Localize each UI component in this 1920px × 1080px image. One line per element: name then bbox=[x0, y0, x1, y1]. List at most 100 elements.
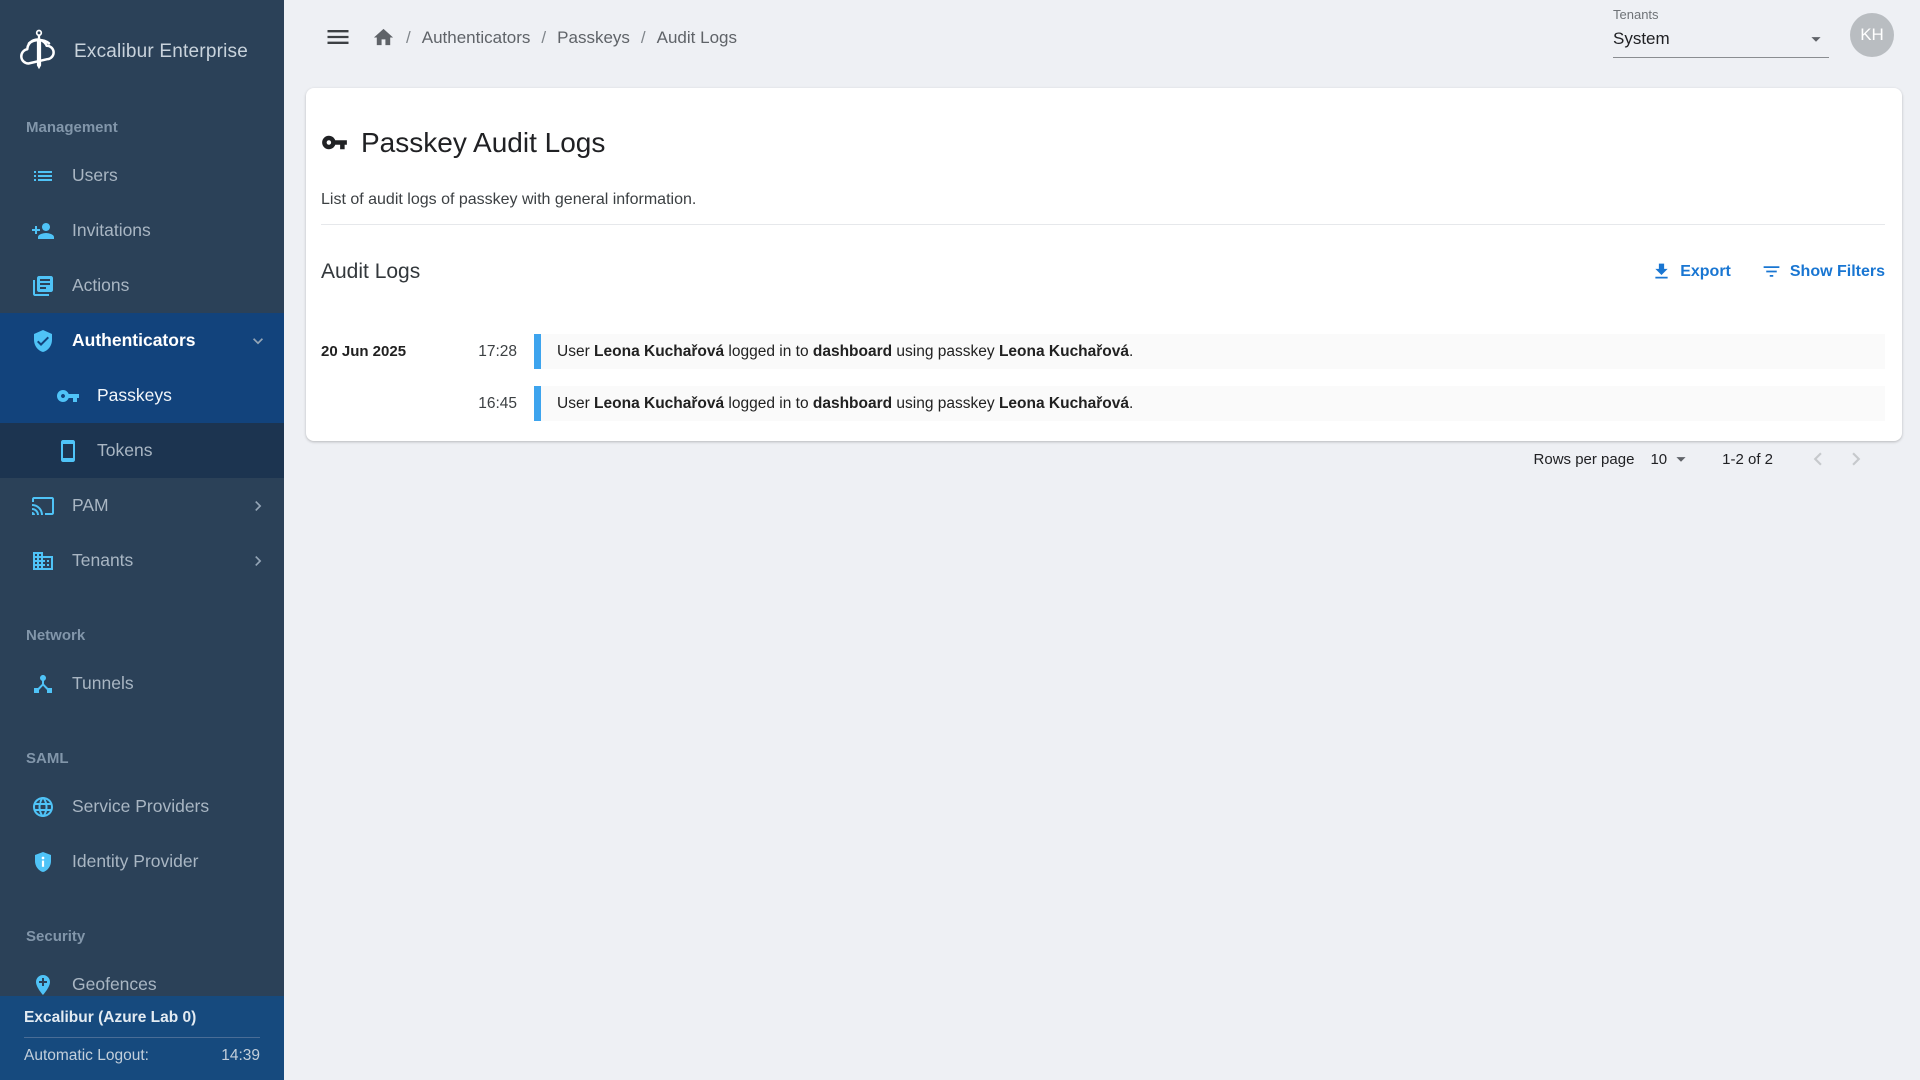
audit-logs-heading: Audit Logs bbox=[321, 260, 420, 284]
sidebar-item-tokens[interactable]: Tokens bbox=[0, 423, 284, 478]
rows-per-page-select[interactable]: 10 bbox=[1650, 448, 1692, 470]
passkey-audit-logs-card: Passkey Audit Logs List of audit logs of… bbox=[306, 88, 1902, 441]
menu-toggle-button[interactable] bbox=[324, 23, 352, 51]
chevron-right-icon bbox=[248, 496, 268, 516]
sidebar-item-label: Authenticators bbox=[72, 330, 195, 351]
globe-icon bbox=[31, 795, 55, 819]
tenant-select-control[interactable]: System bbox=[1613, 22, 1829, 58]
chevron-right-icon bbox=[1843, 446, 1869, 472]
article-icon bbox=[31, 274, 55, 298]
log-message: User Leona Kuchařová logged in to dashbo… bbox=[534, 334, 1885, 369]
sidebar-item-tenants[interactable]: Tenants bbox=[0, 533, 284, 588]
sidebar-item-passkeys[interactable]: Passkeys bbox=[0, 368, 284, 423]
show-filters-button-label: Show Filters bbox=[1790, 263, 1885, 281]
download-icon bbox=[1651, 261, 1672, 282]
pagination: Rows per page 10 1-2 of 2 bbox=[321, 440, 1875, 478]
cloud-sword-logo bbox=[16, 27, 62, 77]
rows-per-page-label: Rows per page bbox=[1534, 451, 1635, 468]
breadcrumb-separator: / bbox=[641, 28, 646, 48]
sidebar: Excalibur Enterprise Management Users Invi… bbox=[0, 0, 284, 1080]
sidebar-item-label: Passkeys bbox=[97, 385, 172, 406]
breadcrumb: / Authenticators / Passkeys / Audit Logs bbox=[372, 26, 737, 49]
key-icon bbox=[321, 129, 348, 156]
log-date bbox=[321, 386, 451, 421]
card-divider bbox=[321, 224, 1885, 225]
sidebar-item-actions[interactable]: Actions bbox=[0, 258, 284, 313]
toolbar-actions: Export Show Filters bbox=[1651, 261, 1885, 282]
main-area: / Authenticators / Passkeys / Audit Logs… bbox=[284, 0, 1920, 1080]
sidebar-nav: Management Users Invitations Actions Authent… bbox=[0, 114, 284, 1012]
log-message: User Leona Kuchařová logged in to dashbo… bbox=[534, 386, 1885, 421]
sidebar-item-label: Tunnels bbox=[72, 673, 134, 694]
sidebar-item-label: Geofences bbox=[72, 974, 157, 995]
sidebar-item-pam[interactable]: PAM bbox=[0, 478, 284, 533]
auto-logout-label: Automatic Logout: bbox=[24, 1047, 149, 1065]
sidebar-footer: Excalibur (Azure Lab 0) Automatic Logout… bbox=[0, 996, 284, 1080]
sidebar-item-users[interactable]: Users bbox=[0, 148, 284, 203]
person-add-icon bbox=[31, 219, 55, 243]
export-button[interactable]: Export bbox=[1651, 261, 1731, 282]
card-title-row: Passkey Audit Logs bbox=[321, 88, 1885, 178]
shield-check-icon bbox=[31, 329, 55, 353]
chevron-down-icon bbox=[248, 331, 268, 351]
sidebar-section-security: Security bbox=[0, 923, 284, 949]
sidebar-item-identity-provider[interactable]: Identity Provider bbox=[0, 834, 284, 889]
log-time: 17:28 bbox=[451, 334, 517, 369]
page-subtitle: List of audit logs of passkey with gener… bbox=[321, 191, 1885, 209]
breadcrumb-passkeys[interactable]: Passkeys bbox=[557, 28, 630, 48]
audit-log-row: 16:45 User Leona Kuchařová logged in to d… bbox=[321, 386, 1885, 421]
avatar-initials: KH bbox=[1860, 25, 1884, 45]
tenant-select-value: System bbox=[1613, 29, 1670, 49]
export-button-label: Export bbox=[1680, 263, 1731, 281]
auto-logout-time: 14:39 bbox=[221, 1047, 260, 1065]
smartphone-icon bbox=[56, 439, 80, 463]
page-title: Passkey Audit Logs bbox=[361, 127, 605, 159]
breadcrumb-separator: / bbox=[406, 28, 411, 48]
sidebar-item-label: Service Providers bbox=[72, 796, 209, 817]
show-filters-button[interactable]: Show Filters bbox=[1761, 261, 1885, 282]
auto-logout-row: Automatic Logout: 14:39 bbox=[24, 1047, 260, 1065]
filter-icon bbox=[1761, 261, 1782, 282]
sidebar-section-management: Management bbox=[0, 114, 284, 140]
sidebar-item-label: Identity Provider bbox=[72, 851, 198, 872]
sidebar-item-service-providers[interactable]: Service Providers bbox=[0, 779, 284, 834]
sidebar-section-saml: SAML bbox=[0, 745, 284, 771]
log-time: 16:45 bbox=[451, 386, 517, 421]
tenant-select: Tenants System bbox=[1613, 7, 1829, 58]
sidebar-item-label: Tenants bbox=[72, 550, 133, 571]
avatar[interactable]: KH bbox=[1850, 13, 1894, 57]
audit-log-list: 20 Jun 202517:28 User Leona Kuchařová log… bbox=[321, 334, 1885, 421]
app-logo-row: Excalibur Enterprise bbox=[0, 0, 284, 80]
breadcrumb-authenticators[interactable]: Authenticators bbox=[422, 28, 531, 48]
audit-log-row: 20 Jun 202517:28 User Leona Kuchařová log… bbox=[321, 334, 1885, 369]
sidebar-item-label: Actions bbox=[72, 275, 129, 296]
sidebar-item-label: Tokens bbox=[97, 440, 152, 461]
sidebar-item-label: Users bbox=[72, 165, 118, 186]
hamburger-icon bbox=[324, 23, 352, 51]
audit-logs-toolbar: Audit Logs Export Show Filters bbox=[321, 243, 1885, 302]
cast-icon bbox=[31, 494, 55, 518]
pagination-range: 1-2 of 2 bbox=[1722, 451, 1773, 468]
shield-info-icon bbox=[31, 850, 55, 874]
sidebar-item-authenticators[interactable]: Authenticators bbox=[0, 313, 284, 368]
dropdown-arrow-icon bbox=[1670, 448, 1692, 470]
next-page-button[interactable] bbox=[1837, 440, 1875, 478]
sidebar-section-network: Network bbox=[0, 622, 284, 648]
chevron-left-icon bbox=[1805, 446, 1831, 472]
org-name: Excalibur (Azure Lab 0) bbox=[24, 1009, 260, 1027]
sidebar-item-invitations[interactable]: Invitations bbox=[0, 203, 284, 258]
sidebar-item-tunnels[interactable]: Tunnels bbox=[0, 656, 284, 711]
building-icon bbox=[31, 549, 55, 573]
list-icon bbox=[31, 164, 55, 188]
home-icon[interactable] bbox=[372, 26, 395, 49]
tenant-select-label: Tenants bbox=[1613, 7, 1829, 22]
app-title: Excalibur Enterprise bbox=[74, 41, 248, 63]
breadcrumb-separator: / bbox=[541, 28, 546, 48]
breadcrumb-audit-logs[interactable]: Audit Logs bbox=[657, 28, 737, 48]
log-date: 20 Jun 2025 bbox=[321, 334, 451, 369]
rows-per-page-value: 10 bbox=[1650, 451, 1667, 468]
chevron-right-icon bbox=[248, 551, 268, 571]
hub-icon bbox=[31, 672, 55, 696]
dropdown-arrow-icon bbox=[1805, 28, 1827, 50]
previous-page-button[interactable] bbox=[1799, 440, 1837, 478]
